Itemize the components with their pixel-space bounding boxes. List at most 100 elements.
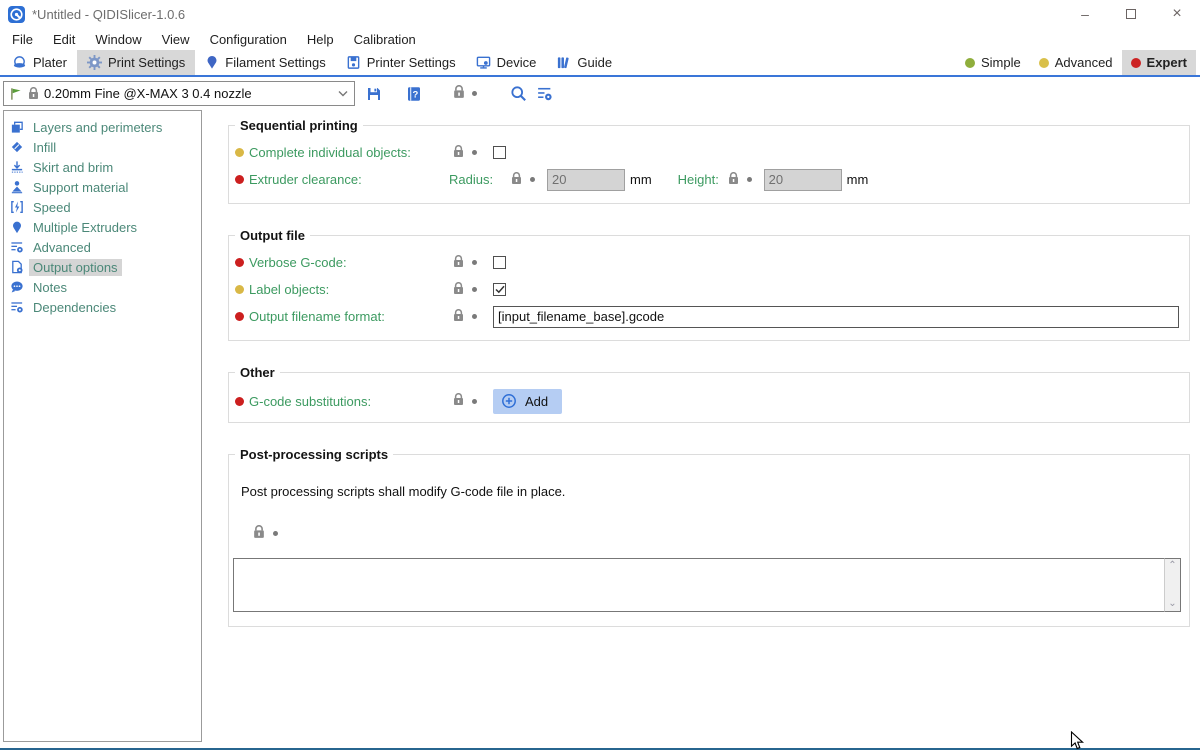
lock-button[interactable] bbox=[453, 393, 464, 409]
scroll-down-icon[interactable]: ⌄ bbox=[1168, 599, 1176, 609]
preset-toolbar: 0.20mm Fine @X-MAX 3 0.4 nozzle ? bbox=[0, 77, 1200, 110]
menu-help[interactable]: Help bbox=[297, 32, 344, 47]
menu-window[interactable]: Window bbox=[85, 32, 151, 47]
section-output-file: Output file Verbose G-code: Lab bbox=[228, 228, 1190, 341]
tab-guide[interactable]: Guide bbox=[546, 50, 622, 75]
option-row-label-objects: Label objects: bbox=[233, 276, 1181, 303]
extruder-pin-icon bbox=[10, 220, 24, 234]
tab-plater[interactable]: Plater bbox=[2, 50, 77, 75]
post-processing-script-textarea[interactable] bbox=[233, 558, 1164, 612]
maximize-button[interactable] bbox=[1108, 0, 1154, 28]
menu-calibration[interactable]: Calibration bbox=[344, 32, 426, 47]
radius-input[interactable] bbox=[547, 169, 625, 191]
radius-label: Radius: bbox=[449, 172, 511, 187]
revert-dot-icon[interactable] bbox=[747, 177, 752, 182]
lock-button[interactable] bbox=[453, 309, 464, 325]
menu-view[interactable]: View bbox=[152, 32, 200, 47]
filament-icon bbox=[205, 55, 219, 70]
tab-device[interactable]: Device bbox=[466, 50, 547, 75]
textarea-scrollbar[interactable]: ⌃ ⌄ bbox=[1164, 558, 1181, 612]
option-row-gcode-substitutions: G-code substitutions: Add bbox=[233, 386, 1181, 416]
revert-dot-icon[interactable] bbox=[472, 150, 477, 155]
revert-dot-icon[interactable] bbox=[472, 287, 477, 292]
verbose-gcode-checkbox[interactable] bbox=[493, 256, 506, 269]
lock-button[interactable] bbox=[453, 145, 464, 161]
tab-print-settings[interactable]: Print Settings bbox=[77, 50, 195, 75]
section-sequential-printing: Sequential printing Complete individual … bbox=[228, 118, 1190, 204]
revert-dot-icon[interactable] bbox=[472, 399, 477, 404]
lock-button[interactable] bbox=[453, 282, 464, 298]
save-preset-button[interactable] bbox=[365, 85, 383, 103]
sidebar-item-skirt-and-brim[interactable]: Skirt and brim bbox=[4, 157, 201, 177]
close-button[interactable]: × bbox=[1154, 0, 1200, 28]
section-title: Other bbox=[235, 365, 280, 380]
sidebar-item-dependencies[interactable]: Dependencies bbox=[4, 297, 201, 317]
option-row-output-filename-format: Output filename format: bbox=[233, 303, 1181, 330]
save-icon bbox=[366, 86, 382, 102]
mode-bullet-icon bbox=[235, 175, 244, 184]
lock-button[interactable] bbox=[453, 255, 464, 271]
lock-button[interactable] bbox=[728, 172, 739, 188]
revert-dot-icon[interactable] bbox=[472, 314, 477, 319]
scroll-up-icon[interactable]: ⌃ bbox=[1168, 561, 1176, 571]
minimize-button[interactable]: – bbox=[1062, 0, 1108, 28]
sidebar-item-notes[interactable]: Notes bbox=[4, 277, 201, 297]
sidebar-item-speed[interactable]: Speed bbox=[4, 197, 201, 217]
section-post-processing-scripts: Post-processing scripts Post processing … bbox=[228, 447, 1190, 627]
output-filename-input[interactable] bbox=[493, 306, 1179, 328]
printer-icon bbox=[346, 55, 361, 70]
dependencies-gear-list-icon bbox=[10, 300, 24, 314]
sidebar-item-support-material[interactable]: Support material bbox=[4, 177, 201, 197]
complete-objects-checkbox[interactable] bbox=[493, 146, 506, 159]
sidebar-item-advanced[interactable]: Advanced bbox=[4, 237, 201, 257]
expert-mode-dot-icon bbox=[1131, 58, 1141, 68]
mode-simple[interactable]: Simple bbox=[956, 50, 1030, 75]
lock-all-button[interactable] bbox=[453, 85, 465, 102]
sidebar-item-multiple-extruders[interactable]: Multiple Extruders bbox=[4, 217, 201, 237]
simple-mode-dot-icon bbox=[965, 58, 975, 68]
section-title: Output file bbox=[235, 228, 310, 243]
options-panel: Sequential printing Complete individual … bbox=[228, 110, 1190, 744]
preset-name: 0.20mm Fine @X-MAX 3 0.4 nozzle bbox=[44, 86, 333, 101]
mouse-cursor bbox=[1070, 731, 1085, 750]
tabbar: Plater Print Settings Filament Settings … bbox=[0, 50, 1200, 77]
speed-icon bbox=[10, 200, 24, 214]
mode-advanced[interactable]: Advanced bbox=[1030, 50, 1122, 75]
menu-edit[interactable]: Edit bbox=[43, 32, 85, 47]
section-title: Sequential printing bbox=[235, 118, 363, 133]
menu-configuration[interactable]: Configuration bbox=[200, 32, 297, 47]
compare-settings-button[interactable] bbox=[535, 85, 553, 103]
infill-icon bbox=[10, 140, 24, 154]
lock-button[interactable] bbox=[253, 525, 265, 542]
help-button[interactable]: ? bbox=[405, 85, 423, 103]
revert-dot-icon[interactable] bbox=[472, 260, 477, 265]
revert-all-dot-icon[interactable] bbox=[472, 91, 477, 96]
sidebar-item-layers-and-perimeters[interactable]: Layers and perimeters bbox=[4, 117, 201, 137]
lock-icon bbox=[453, 145, 464, 158]
search-button[interactable] bbox=[509, 85, 527, 103]
option-row-extruder-clearance: Extruder clearance: Radius: mm Height: bbox=[233, 166, 1181, 193]
menu-file[interactable]: File bbox=[2, 32, 43, 47]
skirt-brim-icon bbox=[10, 160, 24, 174]
mode-bullet-icon bbox=[235, 397, 244, 406]
mode-switcher: Simple Advanced Expert bbox=[956, 50, 1200, 75]
add-substitution-button[interactable]: Add bbox=[493, 389, 562, 414]
height-input[interactable] bbox=[764, 169, 842, 191]
lock-button[interactable] bbox=[511, 172, 522, 188]
revert-dot-icon[interactable] bbox=[530, 177, 535, 182]
sidebar-item-infill[interactable]: Infill bbox=[4, 137, 201, 157]
mode-bullet-icon bbox=[235, 285, 244, 294]
post-processing-script-field: ⌃ ⌄ bbox=[233, 558, 1181, 612]
revert-dot-icon[interactable] bbox=[273, 531, 278, 536]
window-title: *Untitled - QIDISlicer-1.0.6 bbox=[32, 7, 185, 22]
preset-dropdown[interactable]: 0.20mm Fine @X-MAX 3 0.4 nozzle bbox=[3, 81, 355, 106]
mode-expert[interactable]: Expert bbox=[1122, 50, 1196, 75]
lock-icon bbox=[253, 525, 265, 539]
sidebar-item-output-options[interactable]: Output options bbox=[4, 257, 201, 277]
advanced-mode-dot-icon bbox=[1039, 58, 1049, 68]
section-other: Other G-code substitutions: Add bbox=[228, 365, 1190, 423]
label-objects-checkbox[interactable] bbox=[493, 283, 506, 296]
chevron-down-icon bbox=[338, 90, 348, 97]
tab-printer-settings[interactable]: Printer Settings bbox=[336, 50, 466, 75]
tab-filament-settings[interactable]: Filament Settings bbox=[195, 50, 335, 75]
